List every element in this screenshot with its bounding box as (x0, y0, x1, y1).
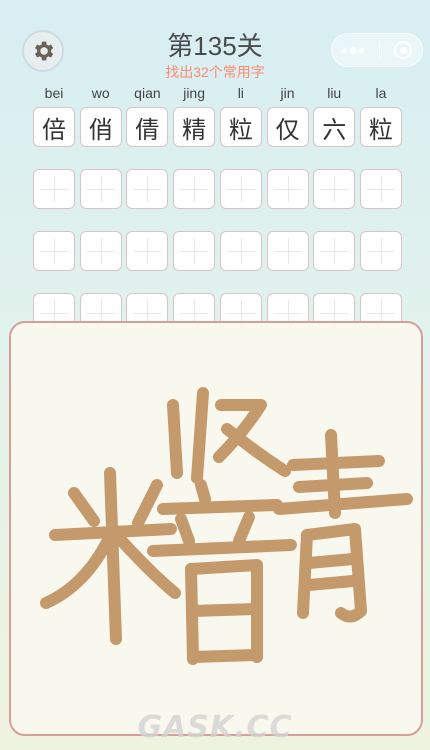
found-character-cell: 仅 (266, 107, 309, 147)
capsule-divider (378, 41, 380, 59)
empty-cell (313, 169, 356, 209)
answer-grid: bei wo qian jing li jin liu la 倍 俏 倩 精 粒… (33, 85, 402, 355)
mini-program-capsule (331, 33, 423, 67)
found-character-cell: 倩 (126, 107, 169, 147)
found-character-cell: 粒 (359, 107, 402, 147)
found-row: 倍 俏 倩 精 粒 仅 六 粒 (33, 107, 402, 147)
empty-cell (79, 231, 122, 271)
component-yin[interactable] (147, 479, 297, 665)
more-dots-icon[interactable] (342, 46, 364, 54)
puzzle-board[interactable] (9, 321, 423, 736)
found-character-cell: 粒 (219, 107, 262, 147)
component-qing[interactable] (273, 429, 413, 623)
empty-cell (126, 169, 169, 209)
target-icon[interactable] (394, 41, 412, 59)
pinyin: li (237, 85, 244, 101)
puzzle-glyph (40, 387, 413, 665)
empty-cell (266, 231, 309, 271)
empty-cell (359, 169, 402, 209)
empty-cell (219, 231, 262, 271)
empty-cell (79, 169, 122, 209)
empty-cell (126, 231, 169, 271)
pinyin-row: bei wo qian jing li jin liu la (33, 85, 402, 103)
component-qian[interactable] (167, 387, 291, 484)
empty-cell (33, 169, 75, 209)
empty-cell (313, 231, 356, 271)
pinyin: la (375, 85, 387, 101)
empty-cell (359, 231, 402, 271)
found-character-cell: 六 (313, 107, 356, 147)
empty-cell (173, 231, 216, 271)
found-character-cell: 倍 (33, 107, 75, 147)
found-character-cell: 精 (173, 107, 216, 147)
empty-row (33, 169, 402, 209)
watermark: GASK.CC (137, 710, 293, 745)
empty-cell (33, 231, 75, 271)
pinyin: bei (44, 85, 64, 101)
top-bar: 第135关 找出32个常用字 (0, 0, 430, 86)
pinyin: wo (91, 85, 110, 101)
empty-cell (173, 169, 216, 209)
pinyin: jing (183, 85, 205, 101)
pinyin: jin (280, 85, 295, 101)
empty-row (33, 231, 402, 271)
pinyin: qian (134, 85, 161, 101)
empty-cell (219, 169, 262, 209)
found-character-cell: 俏 (79, 107, 122, 147)
pinyin: liu (327, 85, 342, 101)
empty-cell (266, 169, 309, 209)
